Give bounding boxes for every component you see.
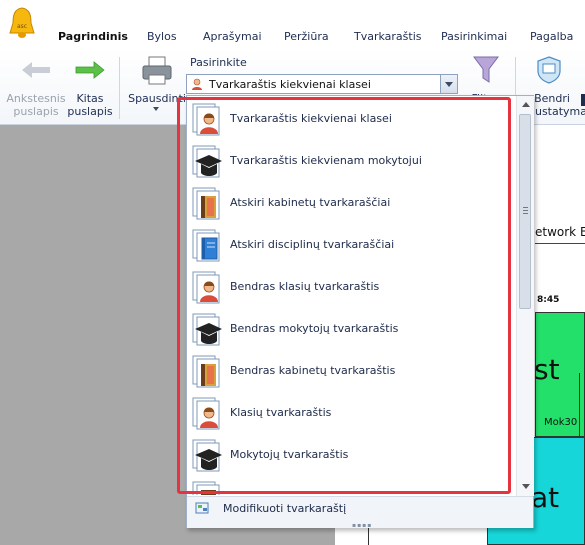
resize-grip-icon[interactable]: ▪▪▪▪ [352,522,372,529]
schedule-type-select[interactable]: Tvarkaraštis kiekvienai klasei [186,74,458,94]
lesson-cell-text: st [534,353,560,386]
menu-bar: asc Pagrindinis Bylos Aprašymai Peržiūra… [0,0,585,47]
next-page-button[interactable]: Kitas puslapis [66,92,114,118]
modify-schedule-button[interactable]: Modifikuoti tvarkaraštį [223,502,346,515]
dropdown-footer: Modifikuoti tvarkaraštį ▪▪▪▪ [187,496,533,529]
ribbon-edge-mark [581,94,585,106]
scroll-down-icon[interactable] [522,484,530,489]
menu-item-perziura[interactable]: Peržiūra [284,30,329,43]
menu-item-pagalba[interactable]: Pagalba [530,30,573,43]
prev-page-button[interactable]: Ankstesnis puslapis [4,92,68,118]
time-label: 8:45 [537,295,560,305]
print-dropdown-arrow-icon[interactable] [153,107,159,111]
menu-item-bylos[interactable]: Bylos [147,30,177,43]
select-label: Pasirinkite [190,56,247,69]
next-page-label-1: Kitas [76,92,104,105]
combo-dropdown-button[interactable] [440,75,457,93]
filter-funnel-icon [473,56,499,83]
arrow-right-icon [75,61,105,79]
settings-label-2: nustatymai [528,105,585,118]
dropdown-scrollbar[interactable] [516,96,534,496]
menu-item-pasirinkimai[interactable]: Pasirinkimai [441,30,507,43]
grid-line [579,373,580,437]
app-logo-bell-icon[interactable]: asc [6,6,38,40]
grid-line [535,243,585,244]
prev-page-label-2: puslapis [13,105,59,118]
chevron-down-icon [445,82,453,87]
menu-item-pagrindinis[interactable]: Pagrindinis [58,30,128,43]
printer-icon [142,56,172,85]
scroll-thumb[interactable] [519,114,531,309]
menu-item-tvarkarastis[interactable]: Tvarkaraštis [354,30,422,43]
svg-text:asc: asc [17,23,27,30]
schedule-type-value: Tvarkaraštis kiekvienai klasei [209,78,371,91]
arrow-left-icon [22,62,50,78]
class-person-icon [192,78,202,90]
settings-label-1: Bendri [534,92,570,105]
modify-schedule-icon [195,502,209,514]
highlight-box [177,97,511,494]
lesson-cell-text: at [531,481,560,514]
settings-window-icon [537,56,561,84]
ribbon-separator [119,57,120,119]
scroll-up-icon[interactable] [522,102,530,107]
page-header-text: etwork E [535,225,585,239]
settings-button[interactable]: Bendri nustatymai [528,92,585,118]
prev-page-label-1: Ankstesnis [6,92,66,105]
teacher-code: Mok30 [544,417,578,428]
next-page-label-2: puslapis [67,105,113,118]
menu-item-aprasymai[interactable]: Aprašymai [203,30,262,43]
